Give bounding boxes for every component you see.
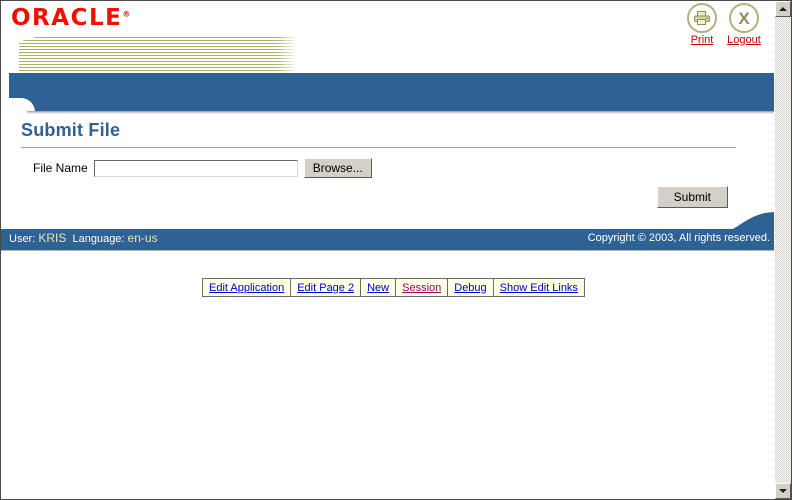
- oracle-logo-text: ORACLE: [11, 5, 123, 31]
- oracle-logo: ORACLE®: [11, 7, 130, 30]
- stripe-fade-overlay: [277, 37, 299, 72]
- dev-link-show-edit-links[interactable]: Show Edit Links: [494, 279, 584, 296]
- print-button[interactable]: Print: [684, 3, 720, 46]
- user-label: User:: [9, 233, 36, 245]
- user-value: KRIS: [38, 231, 67, 245]
- logout-button[interactable]: X Logout: [726, 3, 762, 46]
- utility-icon-bar: Print X Logout: [684, 3, 762, 46]
- dev-link-new[interactable]: New: [361, 279, 397, 296]
- dev-link-edit-application[interactable]: Edit Application: [203, 279, 292, 296]
- developer-toolbar: Edit Application Edit Page 2 New Session…: [202, 278, 585, 297]
- file-name-input[interactable]: [93, 159, 298, 177]
- scrollbar-down-button[interactable]: [775, 483, 791, 499]
- file-name-label: File Name: [33, 161, 88, 175]
- chevron-up-icon: [779, 7, 787, 11]
- copyright-text: Copyright © 2003, All rights reserved.: [587, 232, 770, 244]
- decorative-stripe-banner: [19, 37, 299, 72]
- page-title: Submit File: [21, 120, 121, 140]
- language-label: Language:: [72, 233, 125, 245]
- submit-button-wrap: Submit: [656, 186, 728, 208]
- dev-link-debug[interactable]: Debug: [448, 279, 494, 296]
- chevron-down-icon: [779, 489, 787, 493]
- main-content: Submit File File Name Browse... Submit: [9, 114, 776, 229]
- session-info: User: KRIS Language: en-us: [9, 231, 158, 245]
- footer-curve-decoration: [718, 212, 776, 250]
- print-label: Print: [690, 34, 714, 46]
- title-divider: [21, 147, 736, 148]
- logout-label: Logout: [727, 34, 761, 46]
- branding-header: ORACLE® Print X Logout: [1, 1, 776, 73]
- close-x-icon: X: [729, 3, 759, 33]
- page-header-bar: [9, 73, 776, 112]
- language-value: en-us: [127, 231, 158, 245]
- browse-button[interactable]: Browse...: [303, 158, 372, 178]
- dev-link-edit-page[interactable]: Edit Page 2: [291, 279, 362, 296]
- header-bar-notch: [9, 98, 35, 112]
- scrollbar-up-button[interactable]: [775, 1, 791, 17]
- printer-icon: [687, 3, 717, 33]
- trademark-symbol: ®: [122, 9, 131, 19]
- logout-x-glyph: X: [738, 8, 750, 28]
- vertical-scrollbar[interactable]: [774, 1, 791, 499]
- submit-button[interactable]: Submit: [656, 186, 728, 208]
- file-upload-form: File Name Browse...: [33, 158, 372, 178]
- footer-underline: [1, 250, 776, 251]
- page-viewport: ORACLE® Print X Logout Submit File File …: [1, 1, 776, 499]
- browser-window: ORACLE® Print X Logout Submit File File …: [0, 0, 792, 500]
- dev-link-session[interactable]: Session: [396, 279, 449, 296]
